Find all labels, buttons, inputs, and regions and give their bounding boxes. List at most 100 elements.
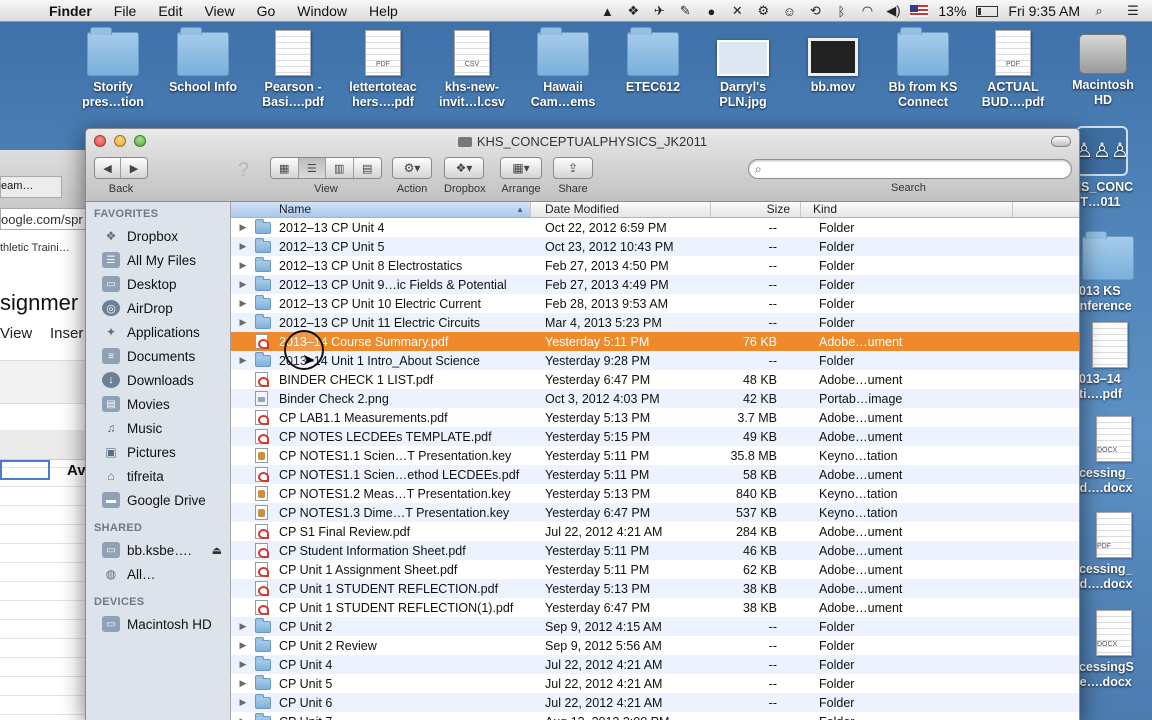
table-row[interactable]: CP NOTES1.2 Meas…T Presentation.key Yeste… <box>231 484 1079 503</box>
sidebar-item-movies[interactable]: ▤ Movies <box>86 392 230 416</box>
doc-menu-insert[interactable]: Inser <box>50 325 83 342</box>
toolbar-toggle-button[interactable] <box>1051 136 1071 147</box>
table-row[interactable]: CP NOTES LECDEEs TEMPLATE.pdf Yesterday 5… <box>231 427 1079 446</box>
disclosure-triangle-icon[interactable]: ▶ <box>231 697 255 708</box>
desktop-icon-pearson[interactable]: Pearson - Basi….pdf <box>248 30 338 110</box>
table-row[interactable]: CP Student Information Sheet.pdf Yesterda… <box>231 541 1079 560</box>
disclosure-triangle-icon[interactable]: ▶ <box>231 241 255 252</box>
sidebar-item-macintosh-hd[interactable]: ▭ Macintosh HD <box>86 612 230 636</box>
table-row[interactable]: ▶ CP Unit 4 Jul 22, 2012 4:21 AM -- Folder <box>231 655 1079 674</box>
desktop-icon-2013-14-pdf[interactable]: 2013–14 cti….pdf <box>1072 322 1152 402</box>
sidebar-item-downloads[interactable]: ↓ Downloads <box>86 368 230 392</box>
arrange-button[interactable]: ▦▾ <box>500 157 542 179</box>
column-header-size[interactable]: Size <box>711 202 801 217</box>
share-button[interactable]: ⇪ <box>553 157 593 179</box>
table-row[interactable]: CP Unit 1 STUDENT REFLECTION(1).pdf Yeste… <box>231 598 1079 617</box>
table-row[interactable]: CP NOTES1.1 Scien…T Presentation.key Yest… <box>231 446 1079 465</box>
table-row[interactable]: CP Unit 1 STUDENT REFLECTION.pdf Yesterda… <box>231 579 1079 598</box>
desktop-icon-khs-server[interactable]: ♙♙♙ HS_CONC PT…011 <box>1072 126 1152 210</box>
sidebar-item-home[interactable]: ⌂ tifreita <box>86 464 230 488</box>
input-source-flag-icon[interactable] <box>910 5 929 17</box>
table-row[interactable]: ▶ 2012–13 CP Unit 10 Electric Current Feb … <box>231 294 1079 313</box>
table-row[interactable]: ▶ 2012–13 CP Unit 4 Oct 22, 2012 6:59 PM --… <box>231 218 1079 237</box>
table-row[interactable]: ▶ 2013–14 Unit 1 Intro_About Science Yeste… <box>231 351 1079 370</box>
table-row[interactable]: ▶ 2012–13 CP Unit 5 Oct 23, 2012 10:43 PM -… <box>231 237 1079 256</box>
search-field[interactable]: ⌕ <box>748 159 1072 179</box>
column-header-date[interactable]: Date Modified <box>531 202 711 217</box>
sidebar-item-google-drive[interactable]: ▬ Google Drive <box>86 488 230 512</box>
spotlight-icon[interactable]: ⌕ <box>1090 3 1108 19</box>
battery-icon[interactable] <box>976 5 999 17</box>
disclosure-triangle-icon[interactable]: ▶ <box>231 355 255 366</box>
table-row[interactable]: ▶ CP Unit 6 Jul 22, 2012 4:21 AM -- Folder <box>231 693 1079 712</box>
disclosure-triangle-icon[interactable]: ▶ <box>231 279 255 290</box>
menu-file[interactable]: File <box>103 0 148 22</box>
column-view-button[interactable]: ▥ <box>326 158 354 178</box>
desktop-icon-school-info[interactable]: School Info <box>158 27 248 95</box>
desktop-icon-darryls-pln[interactable]: Darryl's PLN.jpg <box>698 40 788 110</box>
table-row[interactable]: ▶ CP Unit 5 Jul 22, 2012 4:21 AM -- Folder <box>231 674 1079 693</box>
cover-flow-button[interactable]: ▤ <box>354 158 381 178</box>
column-header-name[interactable]: Name <box>231 202 531 217</box>
desktop-icon-accessing-pdf[interactable]: PDF ccessing_ ud….docx <box>1072 512 1152 592</box>
menu-clock[interactable]: Fri 9:35 AM <box>1008 3 1080 19</box>
menu-finder[interactable]: Finder <box>38 0 103 22</box>
disclosure-triangle-icon[interactable]: ▶ <box>231 678 255 689</box>
disclosure-triangle-icon[interactable]: ▶ <box>231 298 255 309</box>
desktop-icon-khs-csv[interactable]: CSV khs-new- invit…l.csv <box>427 30 517 110</box>
disclosure-triangle-icon[interactable]: ▶ <box>231 659 255 670</box>
table-row[interactable]: CP NOTES1.1 Scien…ethod LECDEEs.pdf Yeste… <box>231 465 1079 484</box>
pen-status-icon[interactable]: ✎ <box>676 3 694 19</box>
disclosure-triangle-icon[interactable]: ▶ <box>231 716 255 720</box>
icon-view-button[interactable]: ▦ <box>271 158 299 178</box>
table-row[interactable]: ▶ 2012–13 CP Unit 11 Electric Circuits Mar… <box>231 313 1079 332</box>
desktop-icon-macintosh-hd[interactable]: Macintosh HD <box>1058 34 1148 108</box>
dropbox-button[interactable]: ❖▾ <box>444 157 484 179</box>
sidebar-item-dropbox[interactable]: ❖ Dropbox <box>86 224 230 248</box>
tools-status-icon[interactable]: ✈ <box>650 3 668 19</box>
sidebar-item-airdrop[interactable]: ◎ AirDrop <box>86 296 230 320</box>
table-row[interactable]: CP LAB1.1 Measurements.pdf Yesterday 5:13… <box>231 408 1079 427</box>
desktop-icon-bb-mov[interactable]: bb.mov <box>788 38 878 95</box>
dropbox-status-icon[interactable]: ❖ <box>624 3 642 19</box>
forward-button[interactable]: ▶ <box>121 158 147 178</box>
notification-center-icon[interactable]: ☰ <box>1124 3 1142 19</box>
finder-titlebar[interactable]: KHS_CONCEPTUALPHYSICS_JK2011 ◀ ▶ Back ? … <box>86 129 1079 202</box>
bookmark-item[interactable]: thletic Traini… <box>0 242 70 254</box>
table-row[interactable]: 2013–14 Course Summary.pdf Yesterday 5:11… <box>231 332 1079 351</box>
accessibility-icon[interactable]: ☺ <box>780 3 798 19</box>
disclosure-triangle-icon[interactable]: ▶ <box>231 317 255 328</box>
desktop-icon-hawaii[interactable]: Hawaii Cam…ems <box>518 27 608 110</box>
sidebar-item-applications[interactable]: ✦ Applications <box>86 320 230 344</box>
disclosure-triangle-icon[interactable]: ▶ <box>231 640 255 651</box>
menu-help[interactable]: Help <box>358 0 409 22</box>
table-row[interactable]: ▶ CP Unit 2 Review Sep 9, 2012 5:56 AM -- Fo… <box>231 636 1079 655</box>
close-box-status-icon[interactable]: ✕ <box>728 3 746 19</box>
battery-percent[interactable]: 13% <box>938 3 966 19</box>
table-row[interactable]: ▶ CP Unit 7Aug 13, 2012 2:00 PM--Folder <box>231 712 1079 720</box>
volume-icon[interactable]: ◀) <box>884 3 902 19</box>
wifi-icon[interactable]: ◠ <box>858 3 876 19</box>
menu-window[interactable]: Window <box>286 0 358 22</box>
disclosure-triangle-icon[interactable]: ▶ <box>231 621 255 632</box>
desktop-icon-storify[interactable]: Storify pres…tion <box>68 27 158 110</box>
table-row[interactable]: CP S1 Final Review.pdf Jul 22, 2012 4:21 … <box>231 522 1079 541</box>
bluetooth-icon[interactable]: ᛒ <box>832 3 850 19</box>
selected-cell[interactable] <box>0 460 50 480</box>
browser-url-field[interactable]: oogle.com/spr <box>0 208 94 230</box>
desktop-icon-letter[interactable]: PDF lettertoteac hers….pdf <box>338 30 428 110</box>
sidebar-item-bb-server[interactable]: ▭ bb.ksbe…. ⏏ <box>86 538 230 562</box>
table-row[interactable]: CP Unit 1 Assignment Sheet.pdf Yesterday … <box>231 560 1079 579</box>
desktop-icon-accessing-docx-2[interactable]: DOCX ccessingS de….docx <box>1072 610 1152 690</box>
back-button[interactable]: ◀ <box>95 158 122 178</box>
disclosure-triangle-icon[interactable]: ▶ <box>231 222 255 233</box>
table-row[interactable]: ▶ CP Unit 2 Sep 9, 2012 4:15 AM -- Folder <box>231 617 1079 636</box>
growl-status-icon[interactable]: ● <box>702 3 720 19</box>
finder-window[interactable]: KHS_CONCEPTUALPHYSICS_JK2011 ◀ ▶ Back ? … <box>85 128 1080 720</box>
desktop-icon-accessing-docx-1[interactable]: DOCX ccessing_ ud….docx <box>1072 416 1152 496</box>
table-row[interactable]: BINDER CHECK 1 LIST.pdf Yesterday 6:47 PM… <box>231 370 1079 389</box>
disclosure-triangle-icon[interactable]: ▶ <box>231 260 255 271</box>
help-icon[interactable]: ? <box>238 159 249 182</box>
menu-go[interactable]: Go <box>246 0 287 22</box>
sidebar-item-documents[interactable]: ≡ Documents <box>86 344 230 368</box>
